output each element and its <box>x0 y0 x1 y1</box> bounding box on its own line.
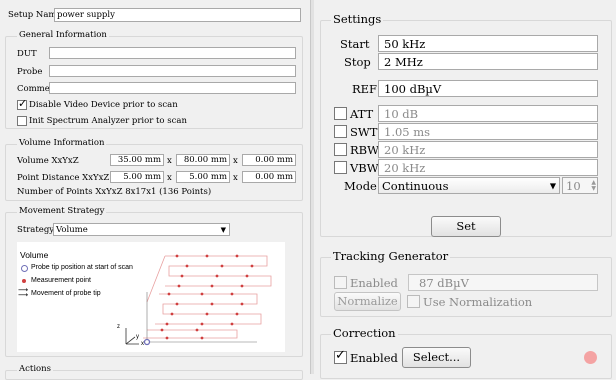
volume-sep-1: x <box>167 156 172 166</box>
strategy-label: Strategy <box>17 225 55 235</box>
init-spectrum-label: Init Spectrum Analyzer prior to scan <box>29 116 187 126</box>
rbw-input[interactable]: 20 kHz <box>378 141 598 158</box>
disable-video-checkbox[interactable] <box>17 97 27 110</box>
init-spectrum-checkbox[interactable] <box>17 116 27 126</box>
ref-label: REF <box>352 82 378 96</box>
distance-x-input[interactable]: 5.00 mm <box>110 171 164 183</box>
volume-sep-2: x <box>233 156 238 166</box>
general-information-title: General Information <box>17 30 109 40</box>
use-normalization-checkbox[interactable] <box>407 295 420 308</box>
vbw-checkbox[interactable] <box>334 161 347 174</box>
spin-arrows-icon[interactable]: ▲ ▼ <box>591 179 596 192</box>
movement-arrow-icon: ⟶ ⟶ <box>18 286 29 299</box>
setup-name-input[interactable]: power supply <box>54 8 301 22</box>
comment-input[interactable] <box>49 82 296 94</box>
att-input[interactable]: 10 dB <box>378 105 598 122</box>
axis-y-label: y <box>136 334 139 340</box>
settings-title: Settings <box>331 12 384 26</box>
diagram-title: Volume <box>20 250 49 260</box>
correction-enabled-checkbox[interactable] <box>334 348 347 364</box>
point-distance-label: Point Distance XxYxZ <box>17 173 110 183</box>
vbw-label: VBW <box>350 161 379 175</box>
movement-strategy-title: Movement Strategy <box>17 206 107 216</box>
disable-video-label: Disable Video Device prior to scan <box>29 100 178 110</box>
distance-z-input[interactable]: 0.00 mm <box>242 171 296 183</box>
att-label: ATT <box>350 107 374 121</box>
tracking-enabled-label: Enabled <box>350 276 398 290</box>
mode-spinbox[interactable]: 10 ▲ ▼ <box>562 177 598 194</box>
stop-label: Stop <box>344 55 371 69</box>
att-checkbox[interactable] <box>334 107 347 120</box>
use-normalization-label: Use Normalization <box>423 295 533 309</box>
probe-label: Probe <box>17 67 43 77</box>
ref-input[interactable]: 100 dBµV <box>378 80 598 97</box>
dut-input[interactable] <box>49 47 296 59</box>
tracking-level-input[interactable]: 87 dBµV <box>408 274 598 291</box>
swt-checkbox[interactable] <box>334 125 347 138</box>
actions-title: Actions <box>17 364 53 374</box>
correction-enabled-label: Enabled <box>350 351 398 365</box>
swt-input[interactable]: 1.05 ms <box>378 123 598 140</box>
volume-y-input[interactable]: 80.00 mm <box>176 154 230 166</box>
rbw-checkbox[interactable] <box>334 143 347 156</box>
strategy-select[interactable]: Volume ▼ <box>53 223 230 236</box>
measurement-point-icon <box>22 279 26 283</box>
chevron-down-icon: ▼ <box>220 225 226 234</box>
mode-select[interactable]: Continuous ▼ <box>378 177 560 194</box>
mode-label: Mode <box>344 179 377 193</box>
volume-z-input[interactable]: 0.00 mm <box>242 154 296 166</box>
vbw-input[interactable]: 20 kHz <box>378 159 598 176</box>
probe-input[interactable] <box>49 65 296 77</box>
start-input[interactable]: 50 kHz <box>378 35 598 52</box>
tracking-generator-title: Tracking Generator <box>331 249 451 263</box>
axis-x-label: x <box>141 341 144 347</box>
distance-sep-1: x <box>167 173 172 183</box>
distance-sep-2: x <box>233 173 238 183</box>
start-label: Start <box>340 37 370 51</box>
dut-label: DUT <box>17 49 37 59</box>
movement-diagram: Volume Probe tip position at start of sc… <box>17 242 285 352</box>
number-of-points-text: Number of Points XxYxZ 8x17x1 (136 Point… <box>17 187 212 197</box>
left-panel: Setup Name power supply General Informat… <box>0 0 308 380</box>
select-button[interactable]: Select... <box>402 347 471 368</box>
right-panel: Settings Start 50 kHz Stop 2 MHz REF 100… <box>314 0 616 379</box>
correction-title: Correction <box>331 326 398 340</box>
rbw-label: RBW <box>350 143 379 157</box>
set-button[interactable]: Set <box>431 216 501 237</box>
axis-z-label: z <box>117 324 120 330</box>
tracking-enabled-checkbox[interactable] <box>334 276 347 289</box>
legend-movement: Movement of probe tip <box>31 290 101 297</box>
start-position-icon <box>21 265 28 272</box>
volume-information-title: Volume Information <box>17 138 107 148</box>
status-indicator <box>584 351 597 364</box>
stop-input[interactable]: 2 MHz <box>378 53 598 70</box>
legend-measurement: Measurement point <box>31 277 91 284</box>
axis-icon <box>125 328 139 345</box>
normalize-button[interactable]: Normalize <box>334 292 401 311</box>
swt-label: SWT <box>350 125 378 139</box>
chevron-down-icon: ▼ <box>549 181 556 190</box>
volume-x-input[interactable]: 35.00 mm <box>110 154 164 166</box>
volume-xyz-label: Volume XxYxZ <box>17 156 79 166</box>
distance-y-input[interactable]: 5.00 mm <box>176 171 230 183</box>
